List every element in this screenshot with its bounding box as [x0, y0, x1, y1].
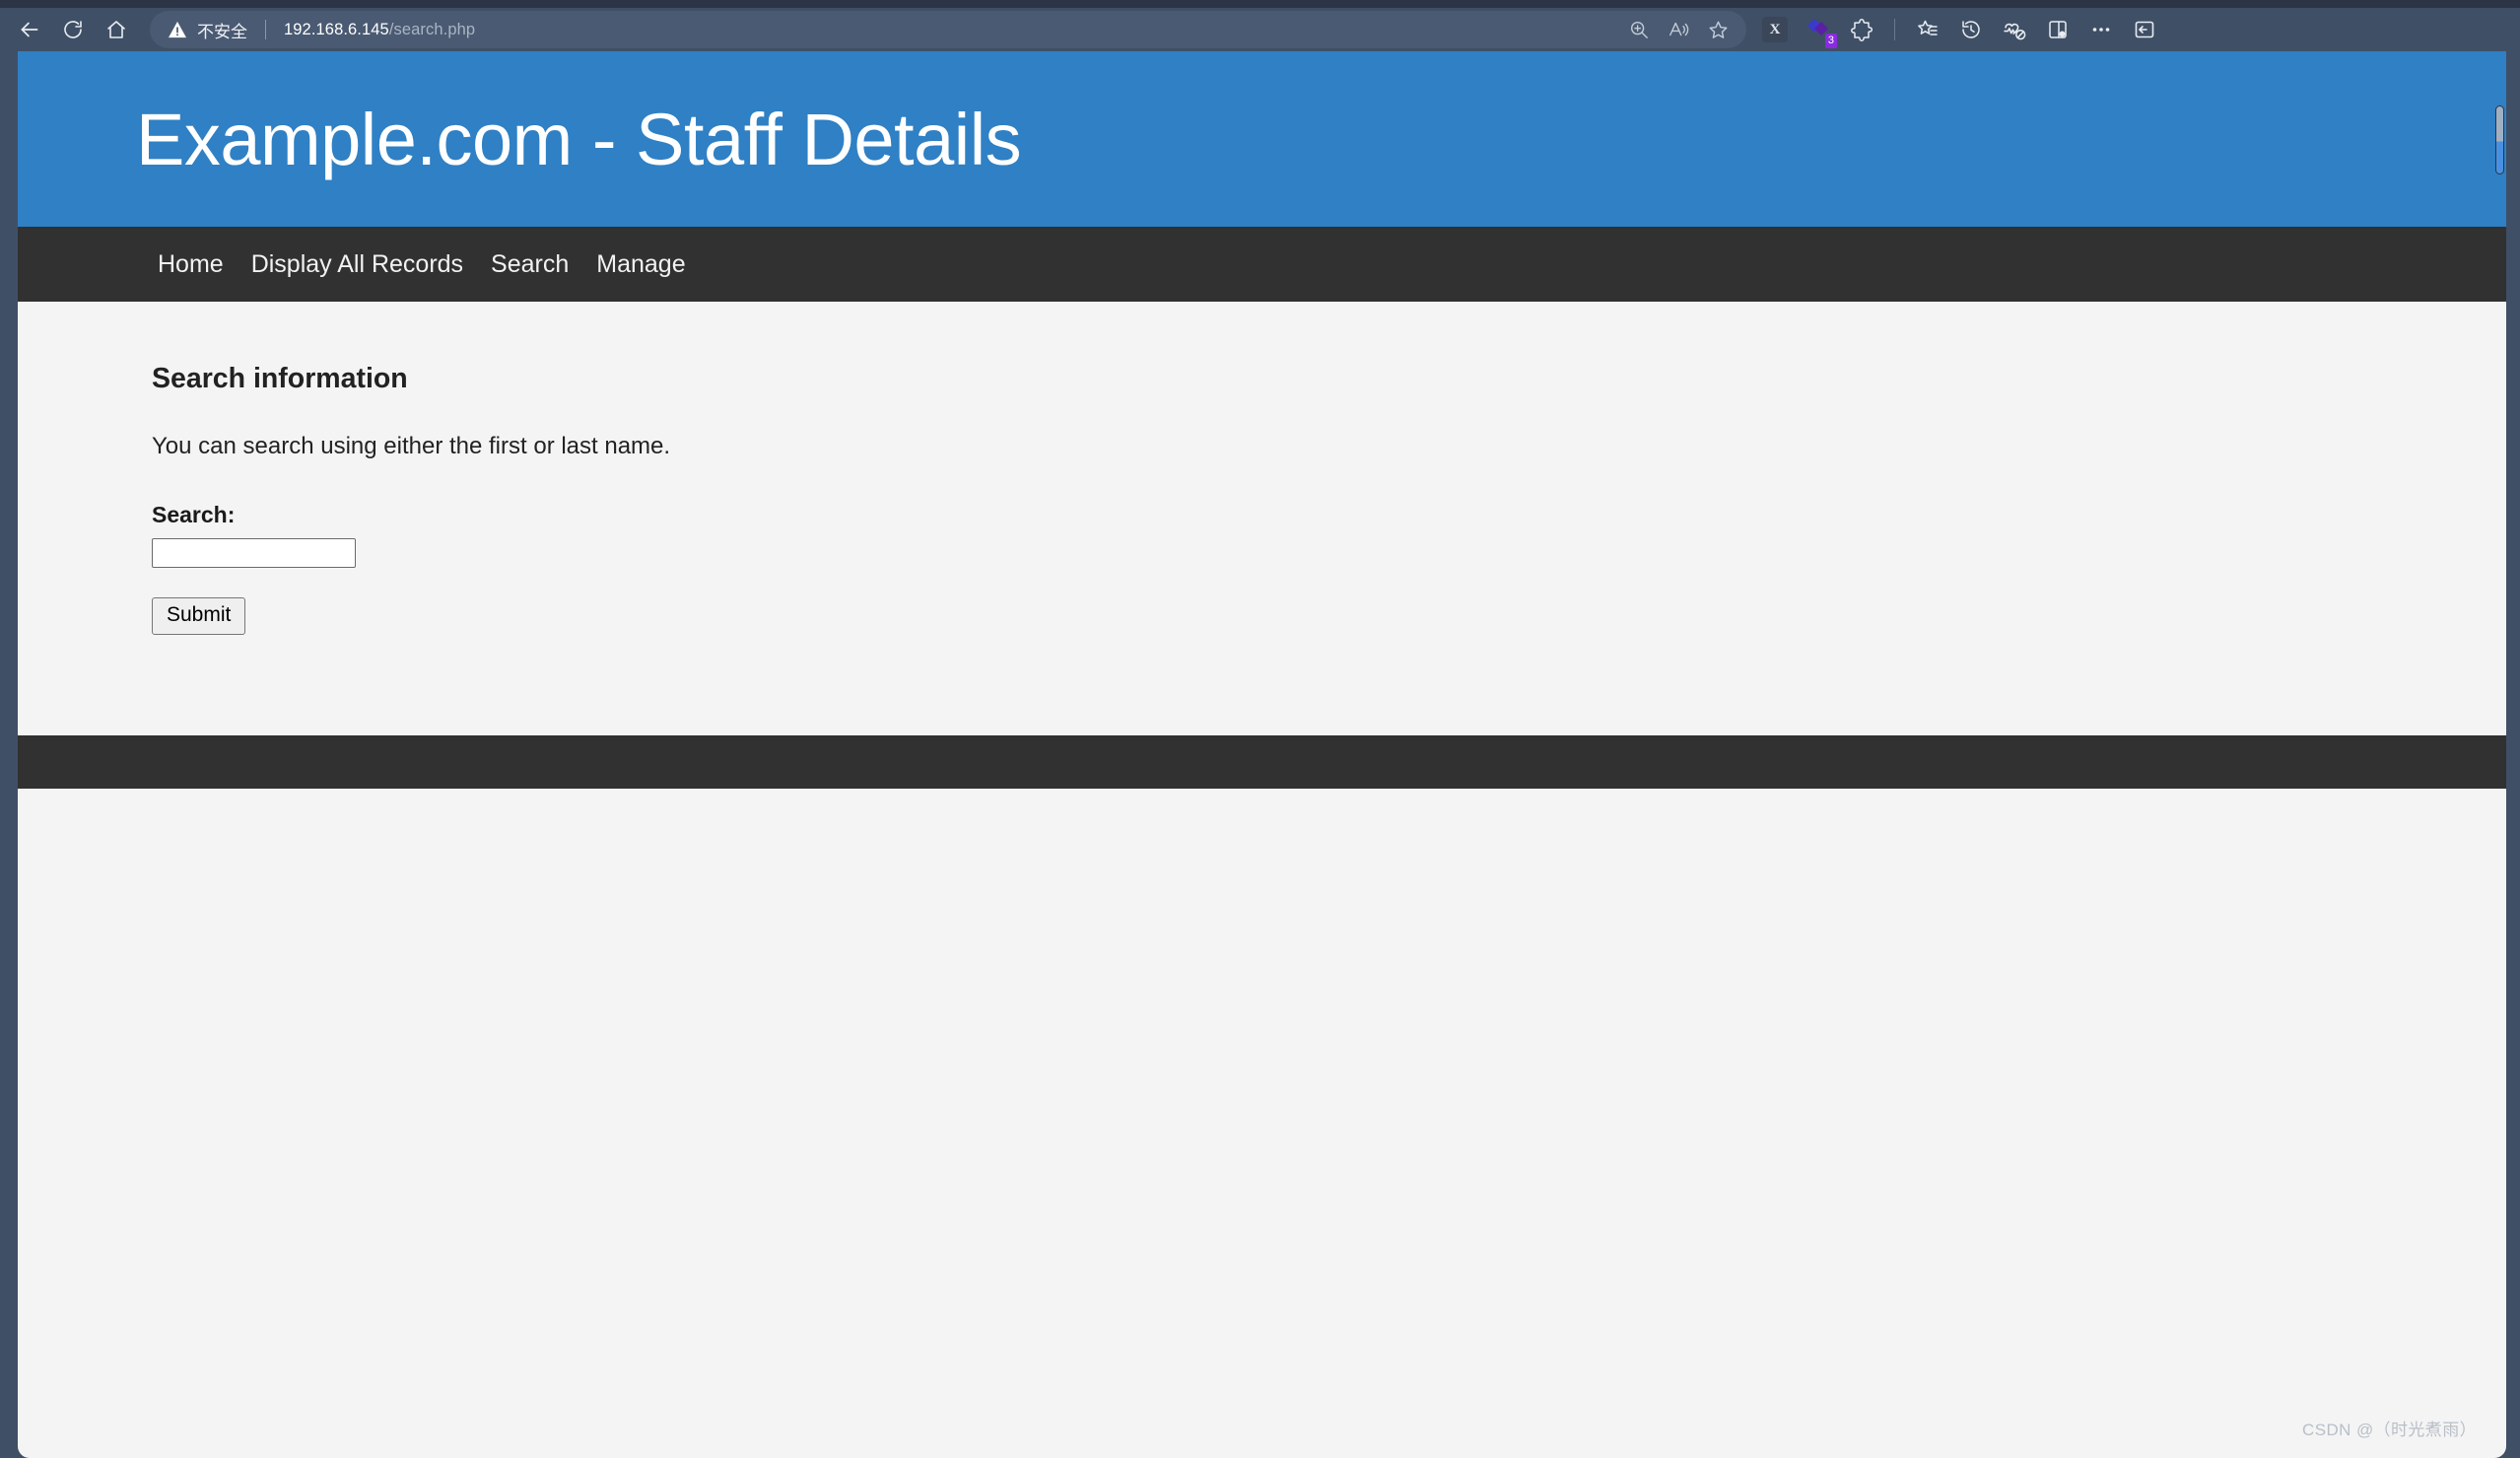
omnibox-actions [1620, 13, 1737, 46]
page-scrollbar[interactable] [2494, 51, 2506, 1458]
url-host: 192.168.6.145 [284, 20, 389, 38]
refresh-icon[interactable] [53, 11, 93, 48]
extension-x-label: X [1762, 17, 1788, 42]
security-warning[interactable]: 不安全 [168, 18, 247, 42]
warning-triangle-icon [169, 21, 186, 38]
content-bottom-spacer [18, 688, 2506, 735]
sidebar-toggle-icon[interactable] [2124, 11, 2165, 48]
search-field-label: Search: [152, 502, 236, 527]
browser-window: 不安全 192.168.6.145/search.php X 3 Example… [0, 0, 2520, 1458]
nav-item-manage[interactable]: Manage [582, 251, 699, 277]
zoom-in-icon[interactable] [1620, 13, 1658, 46]
browser-toolbar: 不安全 192.168.6.145/search.php X 3 [0, 8, 2520, 51]
nav-item-search[interactable]: Search [477, 251, 582, 277]
more-options-icon[interactable] [2080, 11, 2122, 48]
page-title: Example.com - Staff Details [136, 98, 1022, 180]
url-path: /search.php [388, 20, 476, 38]
extension-badge-count: 3 [1824, 34, 1837, 48]
extensions-puzzle-icon[interactable] [1841, 11, 1882, 48]
history-icon[interactable] [1950, 11, 1992, 48]
site-navigation: Home Display All Records Search Manage [18, 227, 2506, 302]
read-aloud-icon[interactable] [1660, 13, 1697, 46]
site-footer [18, 735, 2506, 789]
favorites-list-icon[interactable] [1907, 11, 1948, 48]
address-bar[interactable]: 不安全 192.168.6.145/search.php [150, 11, 1746, 48]
star-icon[interactable] [1699, 13, 1737, 46]
home-icon[interactable] [97, 11, 136, 48]
back-icon[interactable] [10, 11, 49, 48]
scrollbar-thumb[interactable] [2495, 105, 2504, 174]
nav-item-display-all-records[interactable]: Display All Records [238, 251, 477, 277]
main-content: Search information You can search using … [18, 302, 2506, 688]
toolbar-divider [1894, 19, 1895, 40]
section-description: You can search using either the first or… [152, 433, 671, 459]
url-text[interactable]: 192.168.6.145/search.php [284, 21, 475, 39]
toolbar-actions: X 3 [1754, 11, 2171, 48]
omnibox-divider [265, 20, 266, 39]
nav-item-home[interactable]: Home [144, 251, 238, 277]
submit-button[interactable]: Submit [152, 597, 246, 635]
section-heading: Search information [152, 363, 408, 394]
split-screen-icon[interactable] [2037, 11, 2078, 48]
navigation-buttons [0, 11, 136, 48]
site-header: Example.com - Staff Details [18, 51, 2506, 227]
watermark-text: CSDN @（时光煮雨） [2302, 1421, 2477, 1439]
extension-diamond-icon[interactable]: 3 [1798, 11, 1839, 48]
page-viewport: Example.com - Staff Details Home Display… [18, 51, 2506, 1458]
security-label: 不安全 [197, 22, 247, 41]
extension-x-chip-icon[interactable]: X [1754, 11, 1796, 48]
search-form: Search: Submit [152, 502, 2506, 635]
browser-essentials-icon[interactable] [1994, 11, 2035, 48]
search-input[interactable] [152, 538, 356, 568]
tab-strip [0, 0, 2520, 8]
